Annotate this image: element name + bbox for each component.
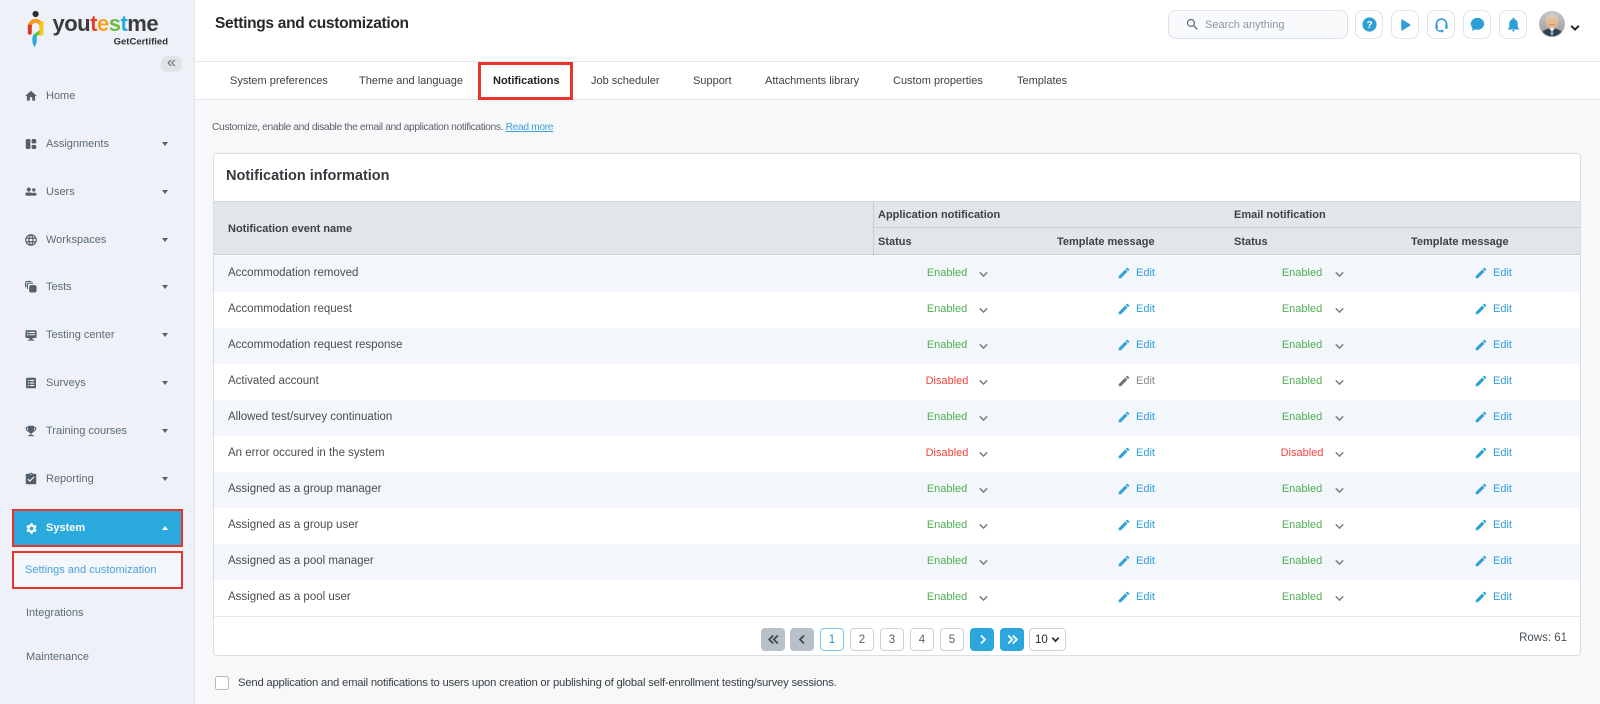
svg-text:GetCertified: GetCertified: [114, 37, 169, 48]
svg-text:youtestme: youtestme: [53, 11, 159, 36]
svg-text:?: ?: [1366, 20, 1372, 31]
